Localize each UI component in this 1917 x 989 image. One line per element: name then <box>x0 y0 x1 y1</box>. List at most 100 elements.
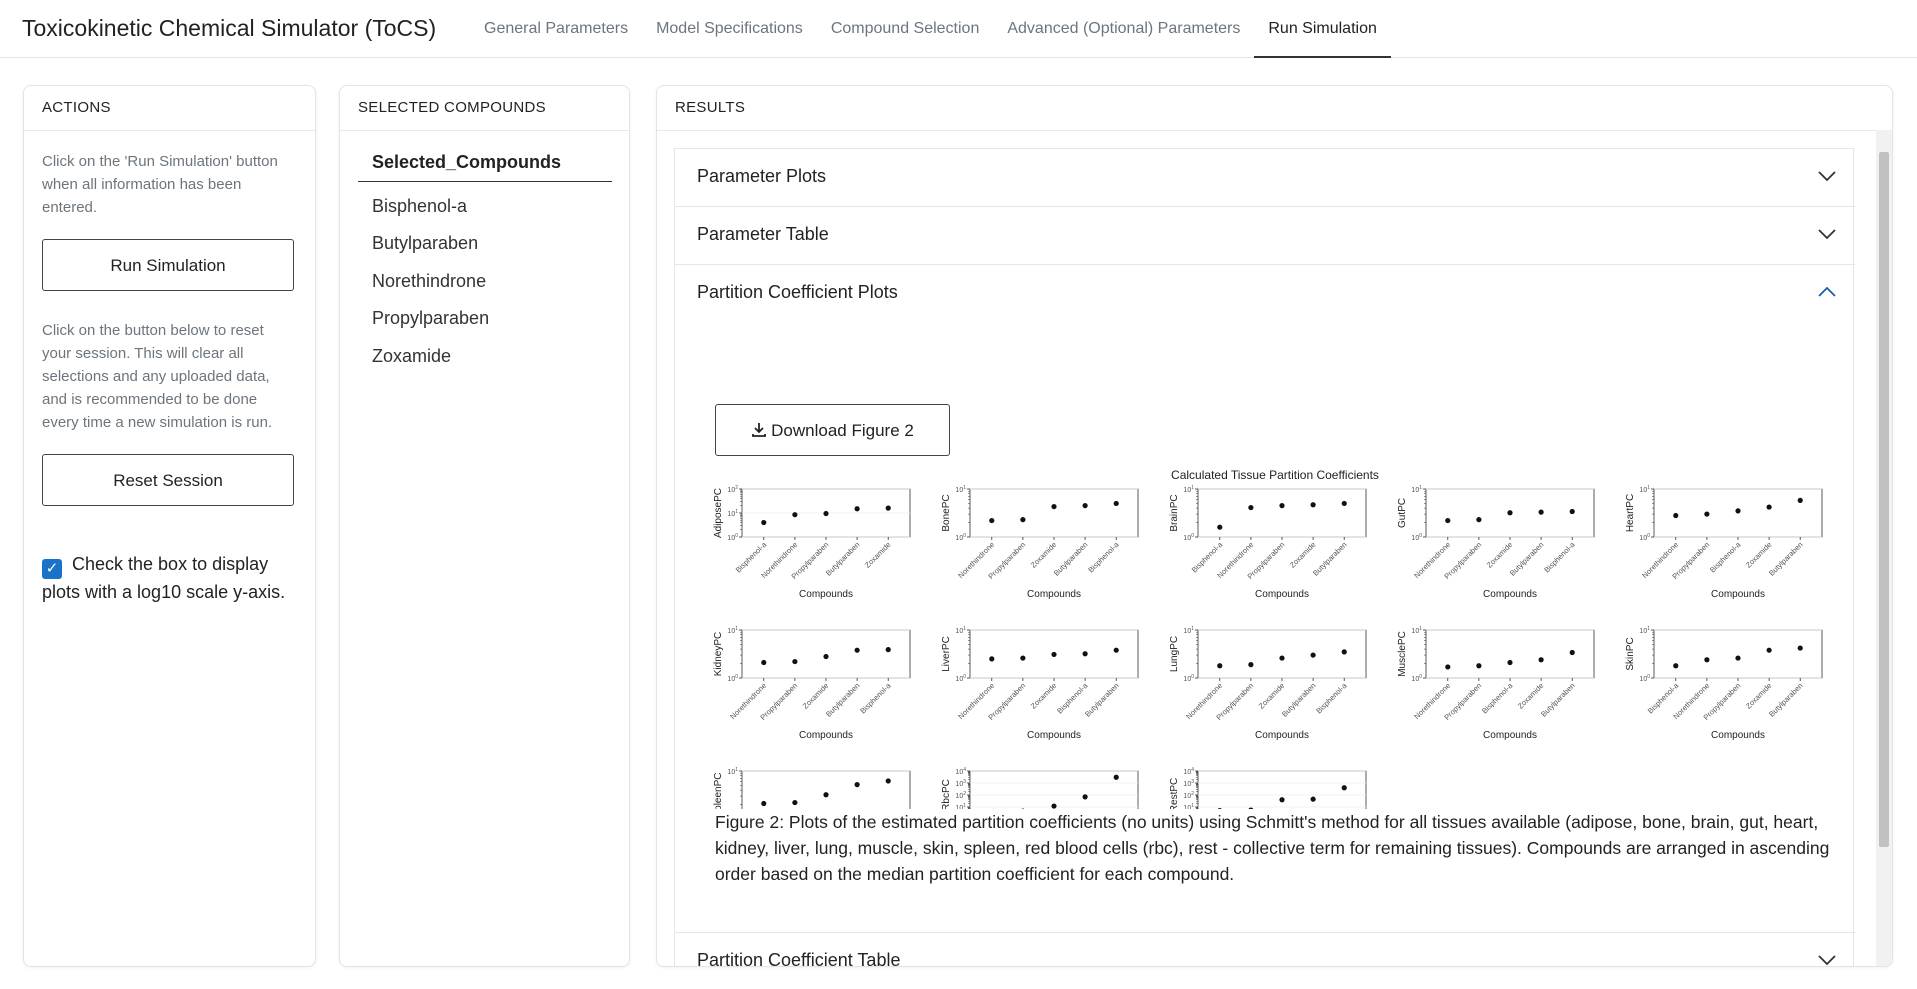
x-tick-label: Zoxamide <box>1744 681 1774 711</box>
download-figure-label: Download Figure 2 <box>771 421 914 440</box>
y-axis-label: BonePC <box>941 494 952 531</box>
y-tick-label: 101 <box>1183 626 1194 635</box>
panel-gutpc: 100101GutPCNorethindronePropylparaben Zox… <box>1397 485 1595 600</box>
panel-skinpc: 100101SkinPCBisphenol-aNorethindroneProp… <box>1625 626 1823 741</box>
panel-frame <box>1653 629 1823 679</box>
x-tick-label: Bisphenol-a <box>1314 680 1349 715</box>
scrollbar-thumb[interactable] <box>1879 152 1889 847</box>
x-tick-label: Bisphenol-a <box>1708 539 1743 574</box>
list-item: Bisphenol-a <box>372 196 468 216</box>
x-tick-label: Zoxamide <box>1029 681 1059 711</box>
chevron-down-icon <box>1818 955 1836 966</box>
data-point <box>1113 500 1119 507</box>
x-axis-label: Compounds <box>1711 589 1765 600</box>
y-tick-label: 100 <box>1183 533 1194 542</box>
x-axis-label: Compounds <box>1483 730 1537 741</box>
data-point <box>989 656 995 662</box>
data-point <box>823 653 829 660</box>
chevron-down-icon <box>1818 171 1836 182</box>
y-tick-label: 102 <box>1183 791 1194 800</box>
tab-model-specifications[interactable]: Model Specifications <box>642 0 817 58</box>
accordion-title: Partition Coefficient Table <box>697 950 901 967</box>
data-point <box>1248 662 1254 668</box>
x-tick-label: Bisphenol-a <box>1542 539 1577 574</box>
data-point <box>1051 803 1057 809</box>
panel-bonepc: 100101BonePCNorethindronePropylparaben Zo… <box>941 485 1139 600</box>
results-scrollbar[interactable] <box>1876 130 1892 966</box>
download-figure-button[interactable]: Download Figure 2 <box>715 404 950 456</box>
y-axis-label: RestPC <box>1169 778 1180 809</box>
data-point <box>1113 647 1119 653</box>
results-card: RESULTS Parameter Plots Parameter Table … <box>656 85 1893 967</box>
x-tick-label: Zoxamide <box>801 681 831 711</box>
data-point <box>1341 649 1347 655</box>
y-tick-label: 104 <box>1183 767 1194 776</box>
x-tick-label: Zoxamide <box>863 540 893 570</box>
reset-session-button[interactable]: Reset Session <box>42 454 294 506</box>
x-tick-label: Zoxamide <box>1288 540 1318 570</box>
panel-frame <box>1197 488 1367 538</box>
list-item: Zoxamide <box>372 346 452 366</box>
figure-caption: Figure 2: Plots of the estimated partiti… <box>715 812 1830 884</box>
y-tick-label: 101 <box>1411 626 1422 635</box>
tab-compound-selection[interactable]: Compound Selection <box>817 0 994 58</box>
y-tick-label: 100 <box>1411 674 1422 683</box>
data-point <box>885 647 891 653</box>
y-axis-label: HeartPC <box>1625 494 1636 532</box>
y-tick-label: 101 <box>1639 626 1650 635</box>
data-point <box>1735 655 1741 661</box>
accordion-title: Partition Coefficient Plots <box>697 282 898 302</box>
list-item: Propylparaben <box>372 308 490 328</box>
data-point <box>1766 504 1772 510</box>
accordion-parameter-table[interactable]: Parameter Table <box>675 207 1855 265</box>
y-tick-label: 100 <box>1183 674 1194 683</box>
selected-compounds-column-title: Selected_Compounds <box>358 152 612 182</box>
panel-restpc: 100101102103104RestPCNorethindronePropyl… <box>1169 767 1367 809</box>
y-tick-label: 104 <box>955 767 966 776</box>
data-point <box>989 517 995 524</box>
accordion-partition-coefficient-plots[interactable]: Partition Coefficient Plots <box>675 265 1855 323</box>
y-tick-label: 101 <box>1639 485 1650 494</box>
partition-coefficient-figure: Calculated Tissue Partition Coefficients… <box>713 469 1823 809</box>
log-scale-checkbox[interactable]: ✓ <box>42 559 62 579</box>
data-point <box>1797 497 1803 503</box>
data-point <box>885 505 891 511</box>
x-axis-label: Compounds <box>1027 589 1081 600</box>
data-point <box>792 799 798 806</box>
data-point <box>792 512 798 518</box>
data-point <box>1735 508 1741 514</box>
y-axis-label: SkinPC <box>1625 637 1636 670</box>
data-point <box>1217 663 1223 669</box>
data-point <box>1217 524 1223 530</box>
data-point <box>1051 503 1057 510</box>
y-axis-label: AdiposePC <box>713 488 724 538</box>
run-simulation-button[interactable]: Run Simulation <box>42 239 294 291</box>
data-point <box>1113 774 1119 780</box>
accordion-parameter-plots[interactable]: Parameter Plots <box>675 149 1855 207</box>
list-item: Norethindrone <box>372 271 487 291</box>
accordion-partition-coefficient-table[interactable]: Partition Coefficient Table <box>675 932 1855 967</box>
data-point <box>1310 502 1316 508</box>
tab-run-simulation[interactable]: Run Simulation <box>1254 0 1391 58</box>
data-point <box>854 647 860 653</box>
x-axis-label: Compounds <box>1255 589 1309 600</box>
panel-frame <box>1425 629 1595 679</box>
panel-spleenpc: 100101SpleenPCNorethindronePropylparaben… <box>713 767 911 809</box>
panel-frame <box>969 770 1139 809</box>
data-point <box>1445 664 1451 670</box>
data-point <box>761 659 767 666</box>
x-tick-label: Bisphenol-a <box>858 680 893 715</box>
tab-advanced-parameters[interactable]: Advanced (Optional) Parameters <box>993 0 1254 58</box>
tab-general-parameters[interactable]: General Parameters <box>470 0 642 58</box>
y-tick-label: 103 <box>1183 779 1194 788</box>
data-point <box>1538 509 1544 515</box>
y-tick-label: 100 <box>1639 674 1650 683</box>
panel-liverpc: 100101LiverPCNorethindronePropylparaben Z… <box>941 626 1139 741</box>
x-tick-label: Bisphenol-a <box>1480 680 1515 715</box>
y-tick-label: 101 <box>1411 485 1422 494</box>
y-axis-label: MusclePC <box>1397 631 1408 677</box>
log-scale-label: Check the box to display plots with a lo… <box>42 554 286 602</box>
actions-header: ACTIONS <box>24 86 315 131</box>
accordion-title: Parameter Plots <box>697 166 827 186</box>
y-tick-label: 100 <box>727 533 738 542</box>
